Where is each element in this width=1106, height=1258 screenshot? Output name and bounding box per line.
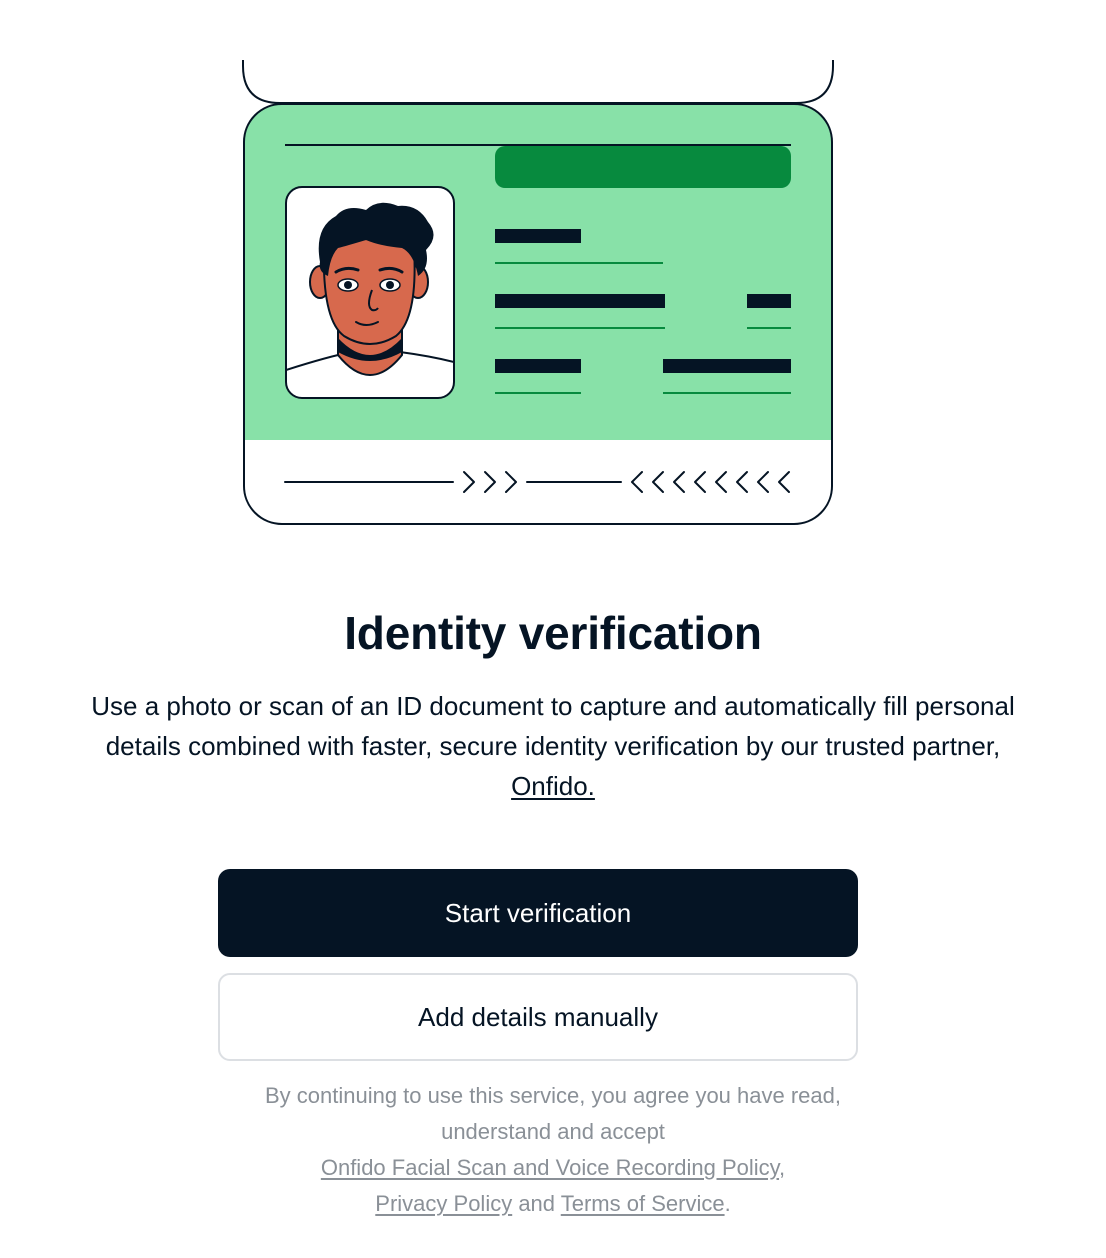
terms-of-service-link[interactable]: Terms of Service bbox=[561, 1191, 725, 1216]
id-card-illustration bbox=[0, 0, 1106, 560]
page-title: Identity verification bbox=[344, 607, 762, 659]
legal-line-2: understand and accept bbox=[441, 1119, 665, 1144]
add-details-manually-button[interactable]: Add details manually bbox=[218, 973, 858, 1061]
facial-scan-policy-link[interactable]: Onfido Facial Scan and Voice Recording P… bbox=[321, 1155, 779, 1180]
onfido-link[interactable]: Onfido. bbox=[511, 771, 595, 801]
legal-line-1: By continuing to use this service, you a… bbox=[264, 1083, 841, 1108]
legal-line-4: Privacy Policy and Terms of Service. bbox=[0, 1186, 1106, 1222]
legal-and: and bbox=[512, 1191, 561, 1216]
legal-comma: , bbox=[779, 1155, 786, 1180]
legal-notice: By continuing to use this service, you a… bbox=[0, 1078, 1106, 1222]
page-description: Use a photo or scan of an ID document to… bbox=[83, 686, 1023, 806]
start-verification-button[interactable]: Start verification bbox=[218, 869, 858, 957]
privacy-policy-link[interactable]: Privacy Policy bbox=[375, 1191, 512, 1216]
legal-period: . bbox=[724, 1191, 731, 1216]
legal-line-3: Onfido Facial Scan and Voice Recording P… bbox=[0, 1150, 1106, 1186]
description-text: Use a photo or scan of an ID document to… bbox=[91, 691, 1015, 761]
